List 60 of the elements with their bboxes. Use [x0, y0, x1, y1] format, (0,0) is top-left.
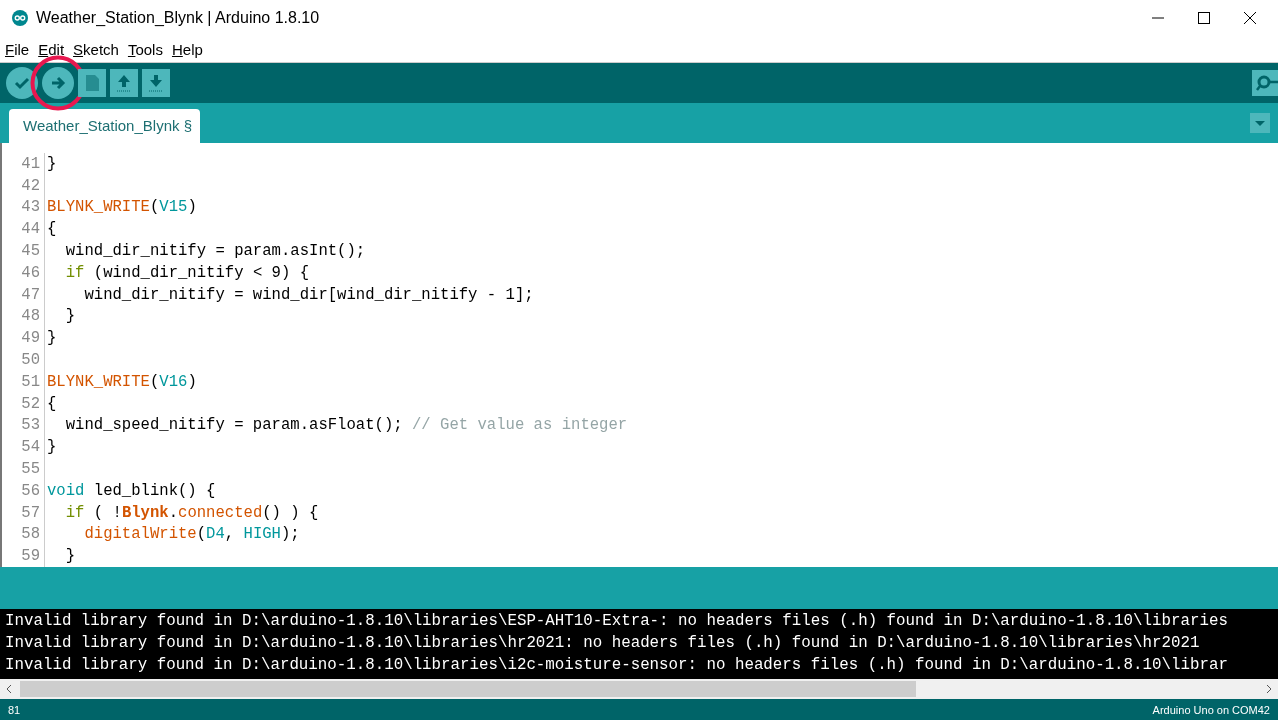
- code-line: void led_blink() {: [47, 481, 216, 500]
- code-line: wind_dir_nitify = wind_dir[wind_dir_nitify - 1];: [83, 285, 534, 304]
- line-number: 54: [20, 438, 41, 457]
- verify-button[interactable]: [6, 67, 38, 99]
- app-logo-icon: [12, 10, 28, 26]
- code-line: {: [47, 394, 57, 413]
- window-title: Weather_Station_Blynk | Arduino 1.8.10: [36, 9, 320, 27]
- code-line: }: [64, 547, 76, 566]
- code-line: wind_speed_nitify = param.asFloat(); // Get value as integer: [64, 416, 628, 435]
- line-number: 42: [20, 176, 41, 195]
- scroll-left-icon[interactable]: [4, 684, 14, 694]
- menu-item[interactable]: Tools: [127, 40, 163, 58]
- open-button[interactable]: [110, 69, 138, 97]
- save-button[interactable]: [142, 69, 170, 97]
- line-indicator: 81: [8, 703, 21, 716]
- line-number: 47: [20, 285, 41, 304]
- code-line: BLYNK_WRITE(V15): [47, 198, 197, 217]
- line-number: 44: [20, 220, 41, 239]
- code-line: BLYNK_WRITE(V16): [47, 372, 197, 391]
- line-number: 46: [20, 263, 41, 282]
- serial-monitor-icon[interactable]: [1252, 70, 1278, 96]
- line-number: 51: [20, 372, 41, 391]
- code-line: wind_dir_nitify = param.asInt();: [64, 242, 366, 261]
- code-line: {: [47, 220, 57, 239]
- line-number: 52: [20, 394, 41, 413]
- line-number: 57: [20, 503, 41, 522]
- menu-item[interactable]: Help: [171, 40, 203, 58]
- board-info: Arduino Uno on COM42: [1152, 703, 1270, 716]
- line-number: 55: [20, 460, 41, 479]
- code-line: digitalWrite(D4, HIGH);: [83, 525, 300, 544]
- console-line: Invalid library found in D:\arduino-1.8.10\libraries\hr2021: no headers files (.h) found in D:\arduino-1.8.10\libraries\hr2021: [4, 633, 1201, 654]
- line-number: 48: [20, 307, 41, 326]
- code-line: if ( !Blynk.connected() ) {: [64, 503, 319, 522]
- console-line: Invalid library found in D:\arduino-1.8.10\libraries\i2c-moisture-sensor: no headers files (.h) found in D:\arduino-1.8.10\librar: [4, 655, 1229, 676]
- code-line: }: [47, 329, 57, 348]
- menu-item[interactable]: Sketch: [73, 40, 119, 58]
- line-number: 53: [20, 416, 41, 435]
- console-line: Invalid library found in D:\arduino-1.8.10\libraries\ESP-AHT10-Extra-: no headers files (.h) found in D:\arduino-1.8.10\libraries: [4, 611, 1229, 632]
- scroll-right-icon[interactable]: [1264, 684, 1274, 694]
- line-number: 45: [20, 242, 41, 261]
- close-icon[interactable]: [1244, 12, 1256, 24]
- file-tab[interactable]: Weather_Station_Blynk §: [9, 109, 200, 143]
- line-number: 59: [20, 547, 41, 566]
- line-number: 49: [20, 329, 41, 348]
- code-line: }: [64, 307, 76, 326]
- tab-menu-icon[interactable]: [1250, 113, 1270, 133]
- line-number: 56: [20, 481, 41, 500]
- scrollbar-thumb[interactable]: [20, 681, 916, 697]
- menu-item[interactable]: Edit: [38, 40, 65, 58]
- line-number: 50: [20, 351, 41, 370]
- upload-button[interactable]: [42, 67, 74, 99]
- line-number: 58: [20, 525, 41, 544]
- code-line: }: [47, 154, 57, 173]
- code-line: }: [47, 438, 57, 457]
- code-line: if (wind_dir_nitify < 9) {: [64, 263, 310, 282]
- maximize-icon[interactable]: [1198, 12, 1210, 24]
- line-number: 41: [20, 154, 41, 173]
- menu-item[interactable]: File: [5, 40, 30, 58]
- line-number: 43: [20, 198, 41, 217]
- new-button[interactable]: [78, 69, 106, 97]
